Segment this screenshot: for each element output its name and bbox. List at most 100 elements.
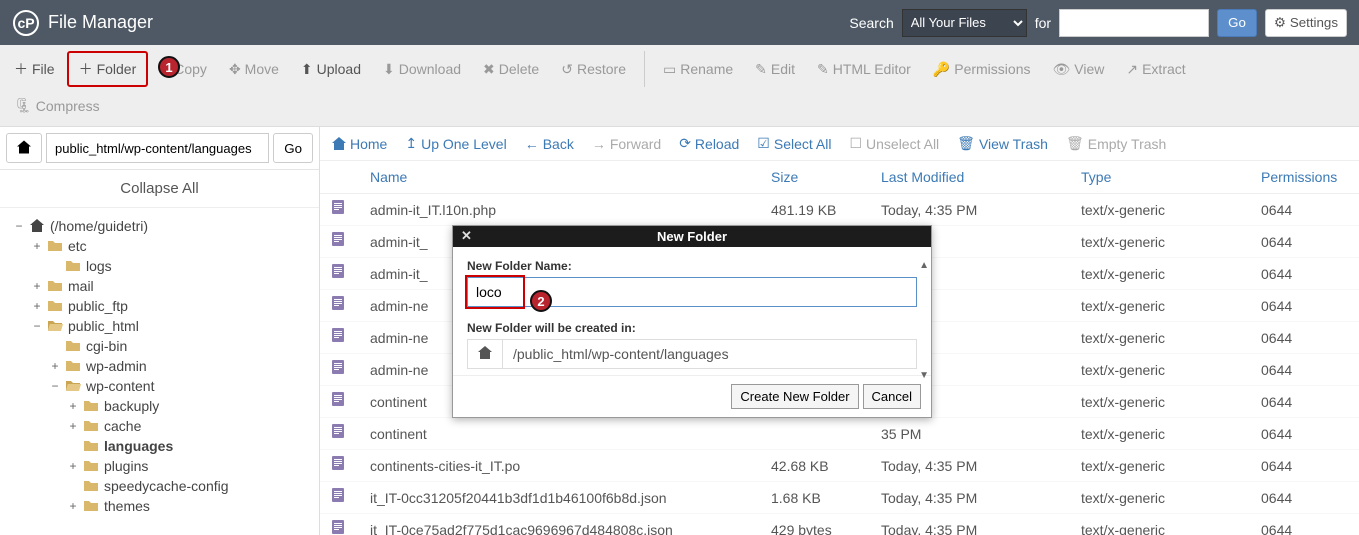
tree-node[interactable]: +etc — [12, 236, 315, 256]
cpanel-icon: cP — [12, 9, 40, 37]
tree-node-label: backuply — [104, 398, 159, 414]
tree-node-label: public_ftp — [68, 298, 128, 314]
folder-button[interactable]: ＋Folder — [67, 51, 149, 87]
html-editor-button[interactable]: ✎HTML Editor — [807, 51, 921, 87]
expand-icon[interactable]: + — [48, 359, 62, 373]
folder-icon — [84, 399, 100, 413]
tree-node[interactable]: logs — [12, 256, 315, 276]
restore-button[interactable]: ↺Restore — [551, 51, 636, 87]
expand-icon[interactable]: + — [66, 459, 80, 473]
extract-button[interactable]: ↗Extract — [1116, 51, 1195, 87]
tree-node[interactable]: −public_html — [12, 316, 315, 336]
close-icon[interactable]: ✕ — [461, 228, 472, 244]
cell-perms: 0644 — [1249, 322, 1359, 354]
edit-button[interactable]: ✎Edit — [745, 51, 805, 87]
table-row[interactable]: admin-it_IT.l10n.php481.19 KBToday, 4:35… — [320, 194, 1359, 226]
new-folder-path-display: /public_html/wp-content/languages — [467, 339, 917, 369]
search-input[interactable] — [1059, 9, 1209, 37]
tree-node[interactable]: +cache — [12, 416, 315, 436]
select-all-link[interactable]: ☑Select All — [757, 135, 831, 152]
cell-size: 429 bytes — [759, 514, 869, 535]
expand-icon[interactable]: + — [66, 399, 80, 413]
cell-perms: 0644 — [1249, 482, 1359, 514]
table-row[interactable]: continents-cities-it_IT.po42.68 KBToday,… — [320, 450, 1359, 482]
search-go-button[interactable]: Go — [1217, 9, 1257, 37]
settings-button[interactable]: ⚙ Settings — [1265, 9, 1347, 37]
cell-type: text/x-generic — [1069, 322, 1249, 354]
expand-icon[interactable]: + — [30, 279, 44, 293]
col-size[interactable]: Size — [759, 161, 869, 194]
cell-size: 1.68 KB — [759, 482, 869, 514]
reload-icon: ⟳ — [679, 135, 691, 152]
tree-root[interactable]: − (/home/guidetri) — [12, 216, 315, 236]
rename-button[interactable]: ▭Rename — [653, 51, 743, 87]
tree-node[interactable]: +mail — [12, 276, 315, 296]
collapse-all-button[interactable]: Collapse All — [0, 170, 319, 208]
up-icon: ↥ — [405, 135, 417, 152]
expand-icon[interactable]: + — [66, 499, 80, 513]
collapse-icon[interactable]: − — [12, 219, 26, 233]
tree-node[interactable]: +themes — [12, 496, 315, 516]
col-type[interactable]: Type — [1069, 161, 1249, 194]
tree-node-label: cgi-bin — [86, 338, 127, 354]
file-icon — [332, 296, 346, 312]
create-folder-button[interactable]: Create New Folder — [731, 384, 858, 409]
delete-icon: ✖ — [483, 61, 495, 78]
folder-icon — [48, 279, 64, 293]
tree-node[interactable]: + public_ftp — [12, 296, 315, 316]
folder-tree: − (/home/guidetri) +etclogs+mail+public_… — [0, 208, 319, 524]
path-go-button[interactable]: Go — [273, 133, 313, 163]
back-link[interactable]: ←Back — [525, 135, 574, 152]
cell-modified: Today, 4:35 PM — [869, 450, 1069, 482]
expand-icon[interactable]: + — [30, 239, 44, 253]
expand-icon[interactable]: + — [30, 299, 44, 313]
html-editor-icon: ✎ — [817, 61, 829, 78]
expand-icon[interactable]: − — [48, 379, 62, 393]
new-folder-name-label: New Folder Name: — [467, 259, 917, 273]
folder-icon — [48, 319, 64, 333]
upload-button[interactable]: ⬆Upload — [291, 51, 371, 87]
move-button[interactable]: ✥Move — [219, 51, 289, 87]
home-icon — [332, 137, 346, 150]
expand-icon[interactable]: − — [30, 319, 44, 333]
unselect-all-link[interactable]: ☐Unselect All — [849, 135, 939, 152]
table-row[interactable]: it_IT-0cc31205f20441b3df1d1b46100f6b8d.j… — [320, 482, 1359, 514]
file-button[interactable]: ＋File — [4, 51, 65, 87]
forward-link[interactable]: →Forward — [592, 135, 661, 152]
path-home-button[interactable] — [6, 133, 42, 163]
download-button[interactable]: ⬇Download — [373, 51, 471, 87]
file-icon — [332, 424, 346, 440]
delete-button[interactable]: ✖Delete — [473, 51, 549, 87]
path-input[interactable] — [46, 133, 269, 163]
tree-node[interactable]: −wp-content — [12, 376, 315, 396]
tree-node[interactable]: + plugins — [12, 456, 315, 476]
view-trash-link[interactable]: 🗑View Trash — [957, 135, 1048, 152]
tree-node-label: wp-admin — [86, 358, 147, 374]
cell-type: text/x-generic — [1069, 290, 1249, 322]
tree-node[interactable]: languages — [12, 436, 315, 456]
tree-node[interactable]: + backuply — [12, 396, 315, 416]
tree-node[interactable]: cgi-bin — [12, 336, 315, 356]
compress-button[interactable]: 🗜Compress — [4, 91, 110, 120]
cell-size — [759, 418, 869, 450]
cancel-button[interactable]: Cancel — [863, 384, 921, 409]
scroll-down-icon[interactable]: ▼ — [919, 370, 929, 381]
tree-node[interactable]: speedycache-config — [12, 476, 315, 496]
tree-node[interactable]: + wp-admin — [12, 356, 315, 376]
col-modified[interactable]: Last Modified — [869, 161, 1069, 194]
view-button[interactable]: 👁View — [1042, 51, 1114, 87]
expand-icon[interactable]: + — [66, 419, 80, 433]
up-one-level-link[interactable]: ↥Up One Level — [405, 135, 506, 152]
permissions-button[interactable]: 🔑Permissions — [923, 51, 1041, 87]
search-scope-select[interactable]: All Your Files — [902, 9, 1027, 37]
tree-node-label: plugins — [104, 458, 148, 474]
cell-modified: 35 PM — [869, 418, 1069, 450]
reload-link[interactable]: ⟳Reload — [679, 135, 739, 152]
home-link[interactable]: Home — [332, 135, 387, 152]
col-name[interactable]: Name — [358, 161, 759, 194]
table-row[interactable]: continent35 PMtext/x-generic0644 — [320, 418, 1359, 450]
folder-icon — [84, 459, 100, 473]
table-row[interactable]: it_IT-0ce75ad2f775d1cac9696967d484808c.j… — [320, 514, 1359, 535]
empty-trash-link[interactable]: 🗑Empty Trash — [1066, 135, 1166, 152]
col-perms[interactable]: Permissions — [1249, 161, 1359, 194]
